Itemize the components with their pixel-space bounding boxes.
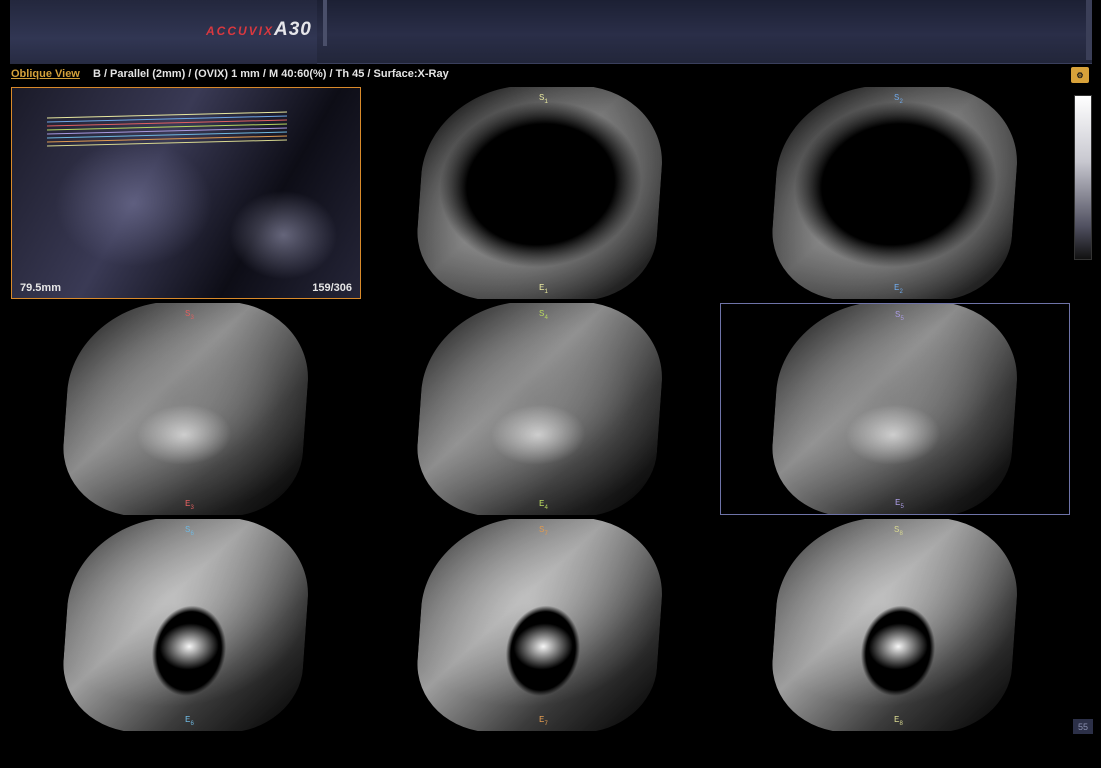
slice-end-label: E2 — [894, 283, 903, 295]
slice-start-label: S5 — [895, 310, 904, 322]
page-number: 55 — [1073, 719, 1093, 734]
start-index: 6 — [190, 529, 195, 537]
depth-readout: 79.5mm — [20, 282, 61, 294]
info-bar: Oblique View B / Parallel (2mm) / (OVIX)… — [11, 68, 449, 84]
end-index: 3 — [190, 504, 195, 511]
start-index: 2 — [899, 97, 904, 105]
slice-start-label: S3 — [185, 309, 194, 321]
end-index: 2 — [899, 288, 904, 295]
slice-end-label: E4 — [539, 499, 548, 511]
slice-panel-6[interactable]: S6 E6 — [11, 519, 361, 731]
start-index: 5 — [900, 314, 905, 322]
brand-logo: ACCUVIXA30 — [206, 19, 312, 41]
slice-start-label: S8 — [894, 525, 903, 537]
end-index: 4 — [544, 504, 549, 511]
header-logo-area: ACCUVIXA30 — [10, 0, 317, 64]
slice-panel-1[interactable]: S1 E1 — [365, 87, 715, 299]
slice-panel-8[interactable]: S8 E8 — [720, 519, 1070, 731]
frame-counter: 159/306 — [312, 282, 352, 294]
header-divider — [323, 0, 327, 46]
logo-brand: ACCUVIX — [206, 24, 275, 38]
slice-image — [412, 303, 668, 515]
slice-end-label: E5 — [895, 498, 904, 510]
app-header: ACCUVIXA30 — [10, 0, 1092, 64]
start-index: 3 — [190, 313, 195, 321]
end-index: 6 — [190, 720, 195, 727]
slice-end-label: E6 — [185, 715, 194, 727]
slice-image — [767, 87, 1023, 299]
slice-image — [767, 304, 1023, 514]
end-index: 1 — [544, 288, 549, 295]
end-index: 7 — [544, 720, 549, 727]
slice-start-label: S2 — [894, 93, 903, 105]
reference-image-panel[interactable]: 79.5mm 159/306 — [11, 87, 361, 299]
slice-panel-4[interactable]: S4 E4 — [365, 303, 715, 515]
end-index: 8 — [899, 720, 904, 727]
slice-end-label: E7 — [539, 715, 548, 727]
header-edge — [1086, 0, 1092, 60]
slice-panel-7[interactable]: S7 E7 — [365, 519, 715, 731]
slice-end-label: E1 — [539, 283, 548, 295]
end-index: 5 — [900, 503, 905, 510]
slice-end-label: E8 — [894, 715, 903, 727]
slice-start-label: S6 — [185, 525, 194, 537]
slice-panel-3[interactable]: S3 E3 — [11, 303, 361, 515]
settings-icon[interactable]: ⚙ — [1071, 67, 1089, 83]
slice-panel-5[interactable]: S5 E5 — [720, 303, 1070, 515]
scan-parameters: B / Parallel (2mm) / (OVIX) 1 mm / M 40:… — [92, 68, 449, 80]
slice-lines — [46, 111, 288, 147]
slice-image — [58, 519, 314, 731]
slice-start-label: S1 — [539, 93, 548, 105]
slice-image — [412, 519, 668, 731]
slice-image — [412, 87, 668, 299]
start-index: 1 — [544, 97, 549, 105]
start-index: 4 — [544, 313, 549, 321]
slice-panel-2[interactable]: S2 E2 — [720, 87, 1070, 299]
slice-image — [767, 519, 1023, 731]
logo-model: A30 — [274, 19, 312, 40]
view-name-link[interactable]: Oblique View — [11, 68, 80, 80]
slice-start-label: S7 — [539, 525, 548, 537]
slice-image — [58, 303, 314, 515]
start-index: 7 — [544, 529, 549, 537]
grayscale-map-bar — [1074, 95, 1092, 260]
slice-start-label: S4 — [539, 309, 548, 321]
slice-plane-lines — [46, 111, 288, 147]
slice-end-label: E3 — [185, 499, 194, 511]
start-index: 8 — [899, 529, 904, 537]
